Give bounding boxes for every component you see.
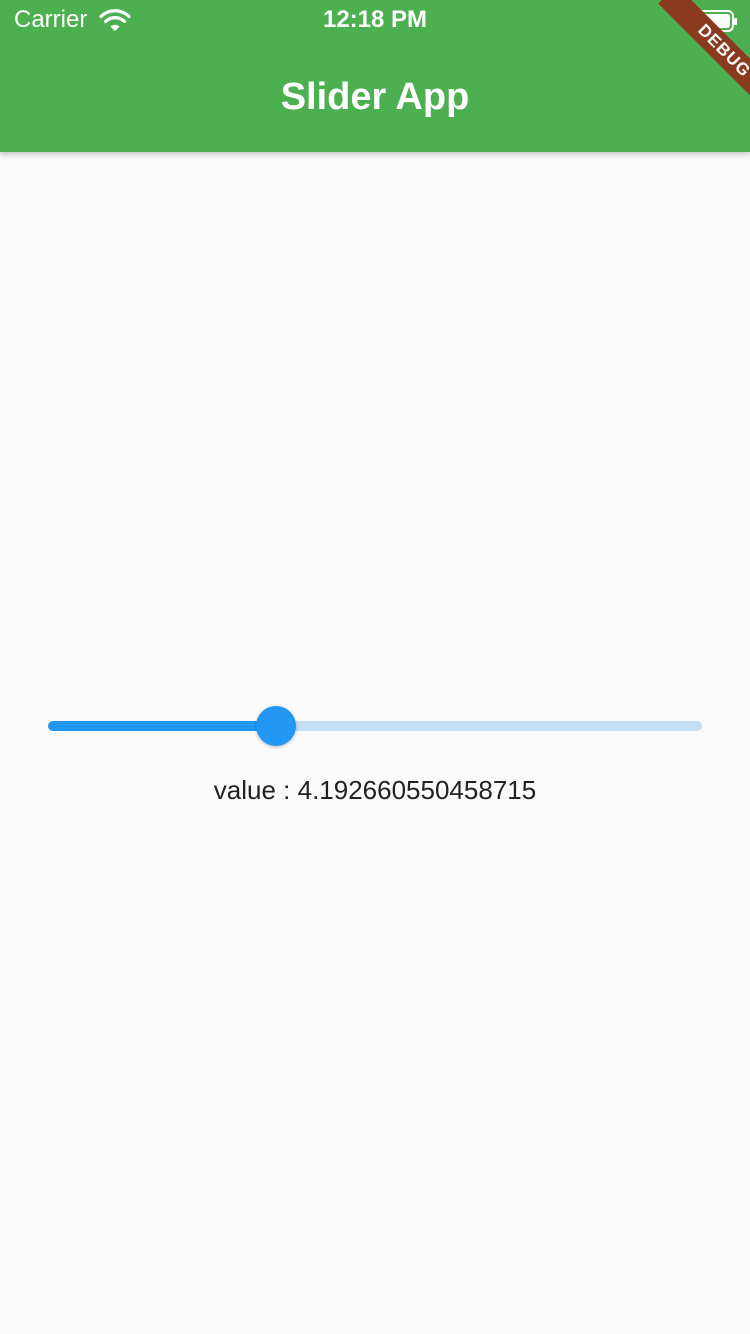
value-slider[interactable] [48, 706, 702, 746]
debug-banner-label: DEBUG [658, 0, 750, 110]
slider-active-track [48, 721, 276, 731]
debug-banner: DEBUG [640, 0, 750, 110]
status-bar: Carrier 12:18 PM [0, 0, 750, 40]
app-bar: Carrier 12:18 PM Slider App [0, 0, 750, 152]
value-prefix: value : [213, 775, 298, 805]
slider-thumb[interactable] [256, 706, 296, 746]
status-time: 12:18 PM [322, 6, 428, 33]
page-title: Slider App [280, 76, 470, 118]
value-number: 4.192660550458715 [297, 775, 537, 805]
value-display: value : 4.192660550458715 [0, 774, 750, 806]
